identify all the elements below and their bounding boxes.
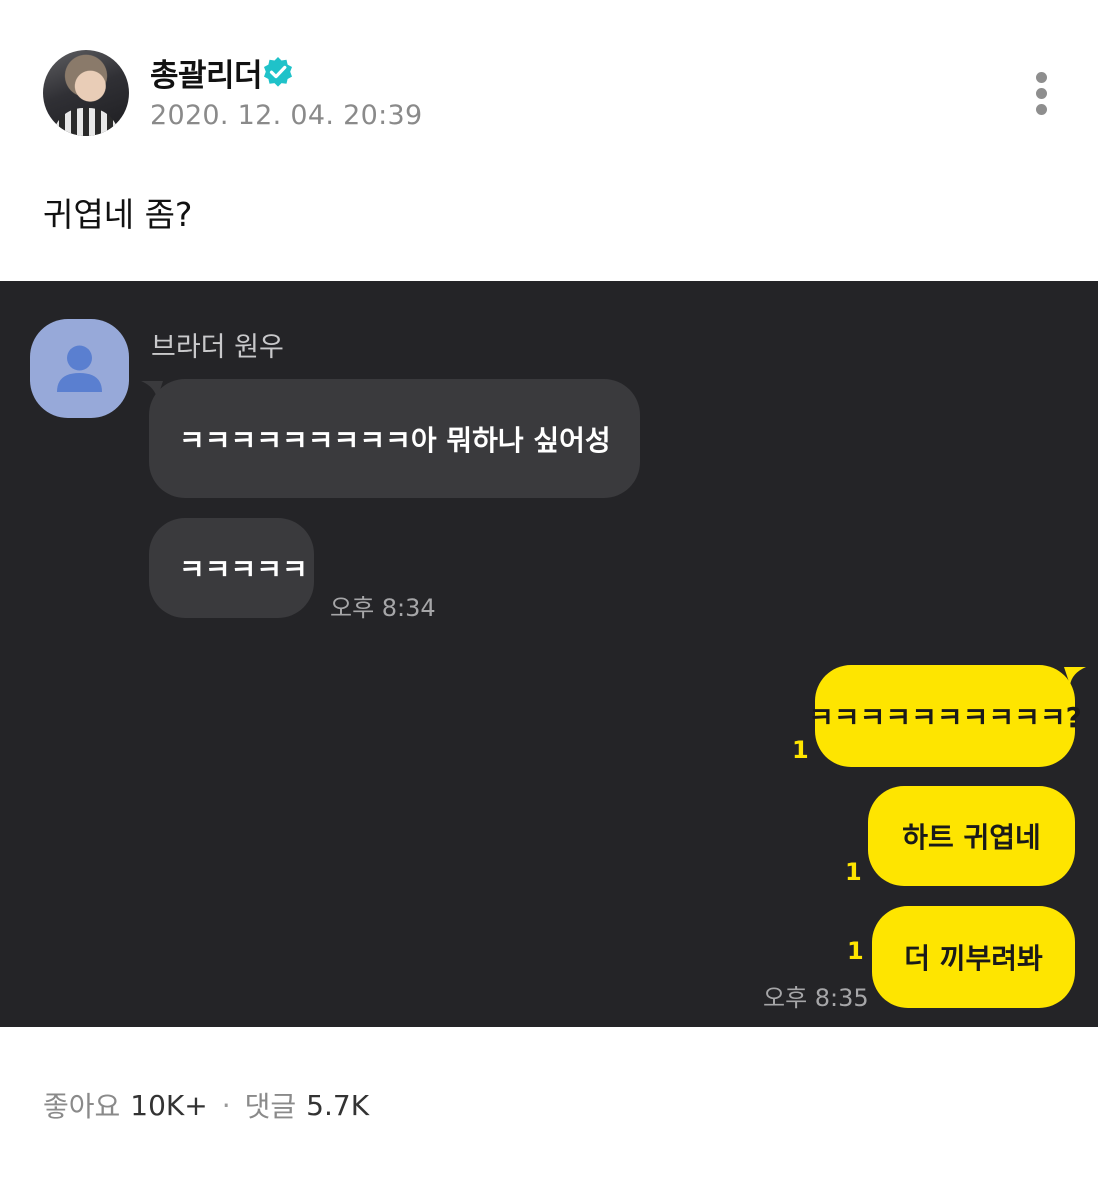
outgoing-message-time: 오후 8:35 [763, 984, 869, 1012]
more-options-icon[interactable] [1029, 70, 1055, 118]
post-date: 2020. 12. 04. 20:39 [150, 100, 423, 131]
author-avatar[interactable] [43, 50, 129, 136]
incoming-message-time: 오후 8:34 [330, 594, 436, 622]
verified-badge-icon [264, 57, 292, 87]
message-text: ㅋㅋㅋㅋㅋㅋㅋㅋㅋ아 뭐하나 싶어성 [179, 423, 611, 457]
outgoing-message: 하트 귀엽네 [868, 786, 1075, 886]
unread-count: 1 [847, 937, 864, 965]
comments-label[interactable]: 댓글 [245, 1085, 297, 1125]
outgoing-message: 더 끼부려봐 [872, 906, 1075, 1008]
unread-count: 1 [792, 736, 809, 764]
message-text: 하트 귀엽네 [902, 821, 1041, 854]
person-icon [57, 345, 102, 392]
message-text: ㅋㅋㅋㅋㅋㅋㅋㅋㅋㅋ? [808, 701, 1082, 734]
incoming-message: ㅋㅋㅋㅋㅋ [149, 518, 314, 618]
outgoing-message: ㅋㅋㅋㅋㅋㅋㅋㅋㅋㅋ? [808, 665, 1082, 767]
chat-profile-avatar [30, 319, 129, 418]
post-text: 귀엽네 좀? [43, 195, 193, 234]
unread-count: 1 [845, 858, 862, 886]
post-stats: 좋아요 10K+ · 댓글 5.7K [43, 1085, 369, 1125]
stats-separator: · [221, 1088, 231, 1122]
likes-label[interactable]: 좋아요 [43, 1085, 120, 1125]
message-text: 더 끼부려봐 [904, 942, 1043, 975]
incoming-message: ㅋㅋㅋㅋㅋㅋㅋㅋㅋ아 뭐하나 싶어성 [149, 379, 640, 498]
message-text: ㅋㅋㅋㅋㅋ [179, 553, 308, 586]
comments-count[interactable]: 5.7K [306, 1089, 369, 1122]
chat-screenshot: 브라더 원우 ㅋㅋㅋㅋㅋㅋㅋㅋㅋ아 뭐하나 싶어성 ㅋㅋㅋㅋㅋ 오후 8:34 … [0, 281, 1098, 1027]
author-name[interactable]: 총괄리더 [150, 50, 263, 95]
sender-name: 브라더 원우 [151, 332, 284, 363]
likes-count[interactable]: 10K+ [130, 1089, 207, 1122]
